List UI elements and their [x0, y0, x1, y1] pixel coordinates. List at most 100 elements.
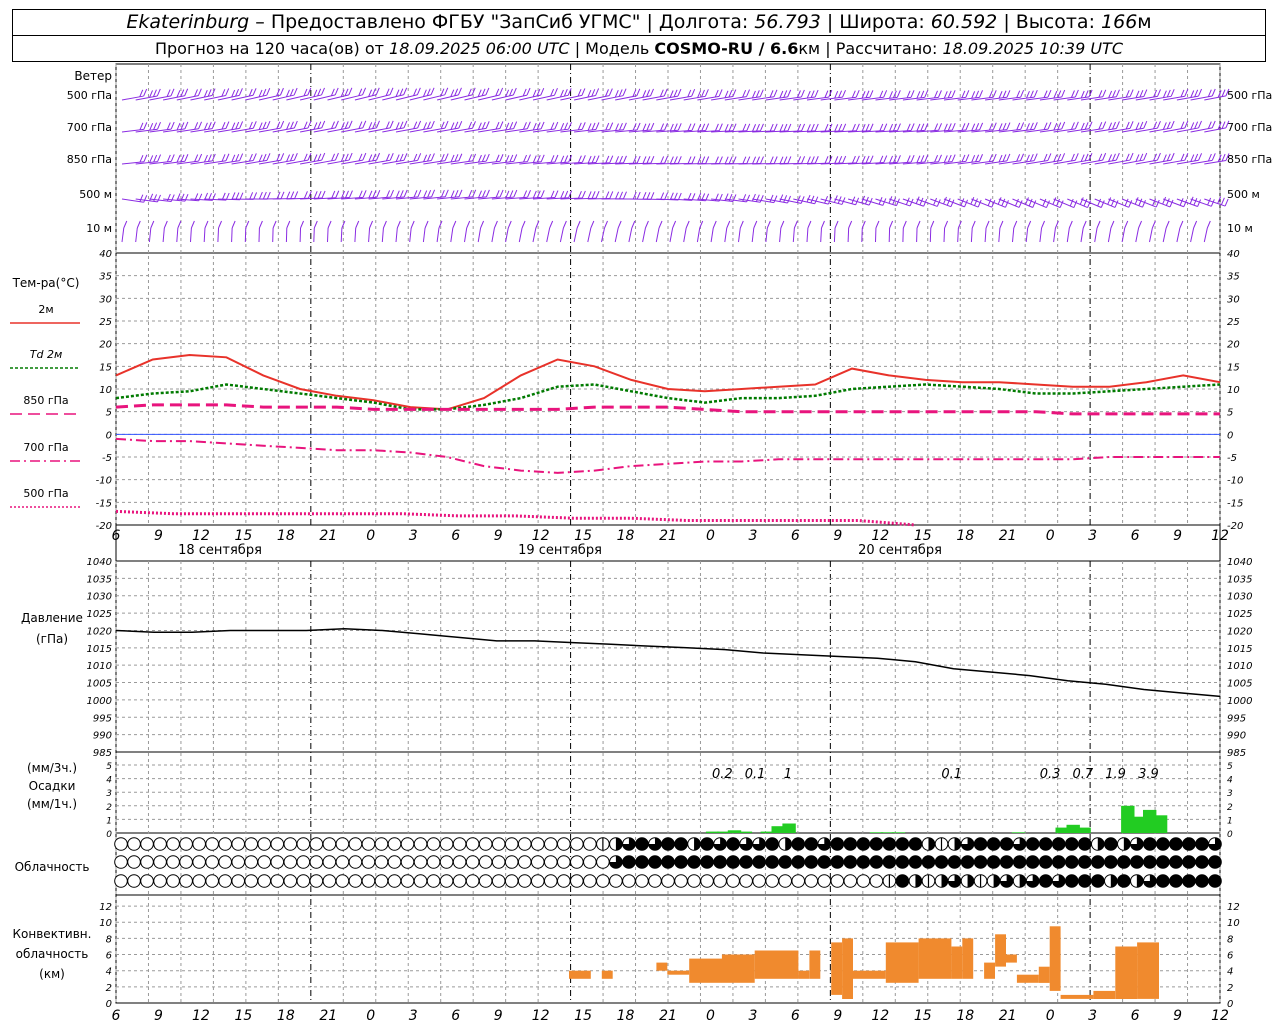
wind-barb-feather [540, 190, 545, 198]
wind-barb-0-51 [820, 89, 846, 101]
wind-barb-feather [248, 121, 253, 130]
wind-level-label-right-2: 850 гПа [1227, 153, 1272, 166]
wind-barb-staff [820, 227, 822, 243]
wind-barb-feather [478, 190, 482, 198]
cloud-cover-1-25 [439, 855, 454, 869]
cloud-cover-0-36 [583, 837, 597, 851]
wind-barb-feather [204, 220, 209, 229]
cloud-cover-0-6 [192, 837, 206, 851]
wind-barb-feather [934, 123, 939, 131]
temp-tick-right-11: 35 [1227, 272, 1240, 283]
cloud-cover-2-47 [726, 874, 740, 888]
wind-barb-feather [1193, 220, 1198, 229]
cloud-cover-0-57 [856, 837, 871, 851]
wind-barb-4-40 [669, 220, 677, 243]
cloud-cover-0-45 [700, 837, 714, 851]
wind-barb-feather [998, 91, 1003, 99]
wind-barb-feather [458, 87, 462, 96]
cloud-cover-0-2 [140, 837, 154, 851]
cloud-cover-0-74 [1077, 837, 1092, 851]
precip-bar-6 [782, 823, 796, 833]
cloud-cover-mark [1104, 855, 1118, 869]
cloud-cover-2-28 [478, 874, 493, 888]
wind-barb-feather [977, 199, 982, 208]
cloud-cover-0-56 [843, 837, 858, 851]
wind-barb-feather [669, 123, 674, 132]
wind-barb-feather [225, 121, 230, 129]
wind-barb-feather [961, 90, 966, 99]
wind-barb-feather [587, 155, 592, 164]
wind-barb-feather [1033, 153, 1038, 161]
conv-layer-8 [809, 950, 821, 979]
wind-barb-feather [998, 154, 1003, 163]
wind-barb-feather [769, 194, 774, 203]
wind-barb-staff [1039, 227, 1043, 243]
wind-barb-0-50 [806, 89, 833, 101]
wind-barb-feather [1088, 121, 1093, 129]
cloud-cover-mark [1195, 837, 1209, 851]
cloud-cover-0-39 [622, 837, 636, 851]
wind-barb-3-12 [286, 191, 312, 200]
precip-tick-right-0: 0 [1227, 830, 1233, 840]
wind-barb-feather [1194, 121, 1199, 129]
wind-barb-staff [422, 227, 426, 243]
cloud-cover-0-51 [778, 837, 793, 851]
cloud-cover-1-1 [127, 855, 141, 869]
wind-barb-feather [992, 122, 997, 130]
temp-title: Тем-ра(°C) [12, 276, 80, 290]
wind-barb-3-2 [149, 193, 175, 203]
cloud-cover-mark [1195, 855, 1209, 869]
cloud-cover-0-42 [661, 837, 675, 851]
wind-barb-feather [313, 191, 318, 199]
conv-layer-14 [951, 946, 963, 979]
cloud-cover-1-29 [491, 855, 506, 869]
cloud-cover-2-81 [1169, 874, 1183, 888]
cloud-cover-2-4 [166, 874, 180, 888]
wind-barb-4-15 [327, 220, 332, 243]
wind-barb-feather [1162, 122, 1167, 130]
wind-barb-feather [673, 156, 678, 164]
wind-barb-feather [430, 120, 435, 129]
wind-barb-feather [1110, 220, 1115, 229]
cloud-cover-mark [909, 855, 922, 869]
wind-barb-feather [943, 123, 948, 132]
cloud-cover-2-76 [1104, 874, 1118, 888]
wind-barb-feather [513, 121, 518, 129]
temp-tick-left-3: -5 [102, 453, 112, 464]
pressure-tick-left-9: 1030 [87, 592, 112, 603]
wind-barb-feather [604, 220, 608, 229]
wind-barb-feather [560, 190, 565, 199]
cloud-cover-circle [400, 837, 415, 851]
wind-barb-feather [1210, 199, 1215, 207]
cloud-cover-circle [283, 874, 298, 888]
wind-barb-feather [294, 191, 299, 199]
wind-barb-feather [970, 196, 975, 205]
wind-barb-feather [1096, 220, 1101, 229]
wind-barb-feather [801, 123, 806, 132]
wind-level-label-left-3: 500 м [79, 188, 112, 201]
wind-barb-feather [623, 155, 627, 164]
cloud-cover-0-13 [283, 837, 298, 851]
wind-barb-feather [317, 121, 322, 129]
wind-barb-0-64 [998, 90, 1025, 101]
wind-level-label-right-3: 500 м [1227, 188, 1260, 201]
cloud-cover-1-69 [1012, 855, 1027, 869]
wind-barb-feather [1193, 197, 1198, 206]
wind-barb-feather [395, 154, 400, 162]
cloud-cover-2-71 [1038, 874, 1053, 888]
wind-barb-4-24 [450, 220, 457, 243]
wind-barb-feather [485, 189, 490, 198]
wind-barb-feather [760, 156, 764, 164]
wind-barb-feather [718, 123, 723, 131]
wind-barb-feather [622, 88, 627, 96]
precip-sum-label-2: 1 [784, 767, 792, 782]
wind-barb-feather [532, 155, 537, 163]
wind-barb-feather [1143, 121, 1148, 129]
wind-barb-feather [1080, 154, 1085, 162]
wind-barb-feather [650, 122, 655, 131]
cloud-cover-2-58 [869, 874, 884, 888]
wind-barb-2-42 [697, 156, 723, 165]
cloud-cover-1-59 [882, 855, 897, 869]
cloud-cover-circle [231, 874, 246, 888]
wind-barb-staff [1149, 227, 1153, 243]
